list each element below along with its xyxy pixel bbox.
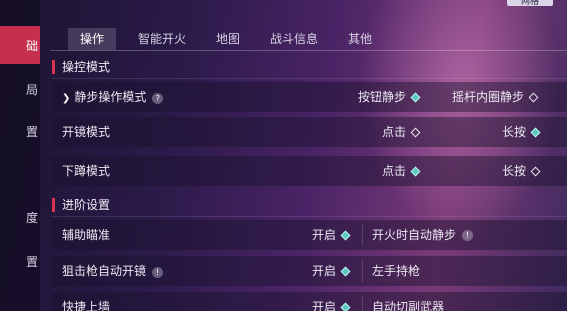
- setting-label: 辅助瞄准: [62, 228, 111, 242]
- section-header-control-mode: 操控模式: [52, 60, 110, 74]
- setting-label: 狙击枪自动开镜!: [62, 256, 164, 286]
- section-divider: [52, 216, 567, 217]
- setting-label[interactable]: ❯ 静步操作模式?: [62, 82, 164, 112]
- toggle-sniper-auto-scope[interactable]: 开启: [312, 256, 351, 286]
- toggle-label: 开启: [312, 300, 337, 311]
- column-divider: [362, 260, 363, 282]
- sidenav-item-label: 置: [25, 254, 38, 269]
- toggle-label: 开启: [312, 264, 337, 278]
- tab-underline: [50, 50, 567, 51]
- option-label: 按钮静步: [358, 90, 407, 104]
- section-header-advanced: 进阶设置: [52, 198, 110, 212]
- sidenav-item-4[interactable]: [0, 156, 40, 194]
- tab-other[interactable]: 其他: [340, 28, 380, 50]
- sidenav-item-sensitivity[interactable]: 度: [0, 198, 40, 236]
- sidenav-item-label: 度: [25, 210, 38, 225]
- section-divider: [52, 78, 567, 79]
- toggle-quick-climb[interactable]: 开启: [312, 292, 351, 311]
- unselected-diamond-icon: [528, 92, 539, 102]
- toggle-aim-assist[interactable]: 开启: [312, 220, 351, 250]
- setting-auto-switch-secondary[interactable]: 自动切副武器: [372, 292, 444, 311]
- setting-label: 下蹲模式: [62, 164, 111, 178]
- setting-row-quick-climb: 快捷上墙 开启 自动切副武器: [52, 292, 567, 311]
- option-click[interactable]: 点击: [382, 117, 421, 147]
- tab-map[interactable]: 地图: [208, 28, 248, 50]
- column-divider: [362, 296, 363, 311]
- selected-diamond-icon: [410, 92, 421, 102]
- chevron-down-icon: ❯: [62, 93, 71, 104]
- option-hold[interactable]: 长按: [502, 156, 541, 186]
- selected-diamond-icon: [530, 127, 541, 137]
- sidenav-item-settings-1[interactable]: 置: [0, 112, 40, 150]
- option-label: 点击: [382, 164, 407, 178]
- unselected-diamond-icon: [530, 166, 541, 176]
- setting-row-silent-step: ❯ 静步操作模式? 按钮静步 摇杆内圈静步: [52, 82, 567, 112]
- selected-diamond-icon: [410, 166, 421, 176]
- sidenav-item-settings-2[interactable]: 置: [0, 242, 40, 280]
- tab-smart-fire[interactable]: 智能开火: [130, 28, 194, 50]
- info-icon[interactable]: !: [462, 229, 474, 241]
- option-button-silent[interactable]: 按钮静步: [358, 82, 421, 112]
- setting-left-hand-weapon[interactable]: 左手持枪: [372, 256, 420, 286]
- setting-label: 开镜模式: [62, 125, 111, 139]
- setting-row-scope-mode: 开镜模式 点击 长按: [52, 117, 567, 147]
- side-nav: 础 局 置 度 置: [0, 0, 40, 311]
- selected-diamond-icon: [340, 266, 351, 276]
- setting-auto-silent-fire[interactable]: 开火时自动静步!: [372, 220, 474, 250]
- sidenav-item-basic[interactable]: 础: [0, 26, 40, 64]
- help-icon[interactable]: ?: [152, 93, 164, 104]
- setting-row-crouch-mode: 下蹲模式 点击 长按: [52, 156, 567, 186]
- sidenav-item-label: 础: [25, 38, 38, 53]
- unselected-diamond-icon: [410, 127, 421, 137]
- sidenav-item-label: 置: [25, 124, 38, 139]
- option-hold[interactable]: 长按: [502, 117, 541, 147]
- option-label: 长按: [502, 125, 527, 139]
- option-label: 点击: [382, 125, 407, 139]
- sidenav-item-label: 局: [25, 82, 38, 97]
- corner-button[interactable]: 网格: [507, 0, 553, 7]
- toggle-label: 开启: [312, 228, 337, 242]
- setting-label-text: 开火时自动静步: [372, 228, 457, 242]
- setting-row-sniper-auto-scope: 狙击枪自动开镜! 开启 左手持枪: [52, 256, 567, 286]
- setting-label-text: 静步操作模式: [74, 90, 147, 104]
- selected-diamond-icon: [340, 230, 351, 240]
- column-divider: [362, 224, 363, 246]
- setting-label-text: 左手持枪: [372, 264, 421, 278]
- sidenav-item-layout[interactable]: 局: [0, 70, 40, 108]
- setting-row-aim-assist: 辅助瞄准 开启 开火时自动静步!: [52, 220, 567, 250]
- tab-bar: 操作 智能开火 地图 战斗信息 其他: [68, 28, 394, 50]
- option-joystick-silent[interactable]: 摇杆内圈静步: [452, 82, 539, 112]
- setting-label-text: 自动切副武器: [372, 300, 445, 311]
- setting-label: 快捷上墙: [62, 300, 111, 311]
- tab-battle-info[interactable]: 战斗信息: [262, 28, 326, 50]
- info-icon[interactable]: !: [152, 267, 164, 278]
- option-click[interactable]: 点击: [382, 156, 421, 186]
- setting-label-text: 狙击枪自动开镜: [62, 264, 147, 278]
- option-label: 摇杆内圈静步: [452, 90, 525, 104]
- selected-diamond-icon: [340, 302, 351, 311]
- tab-operation[interactable]: 操作: [68, 28, 117, 50]
- option-label: 长按: [502, 164, 527, 178]
